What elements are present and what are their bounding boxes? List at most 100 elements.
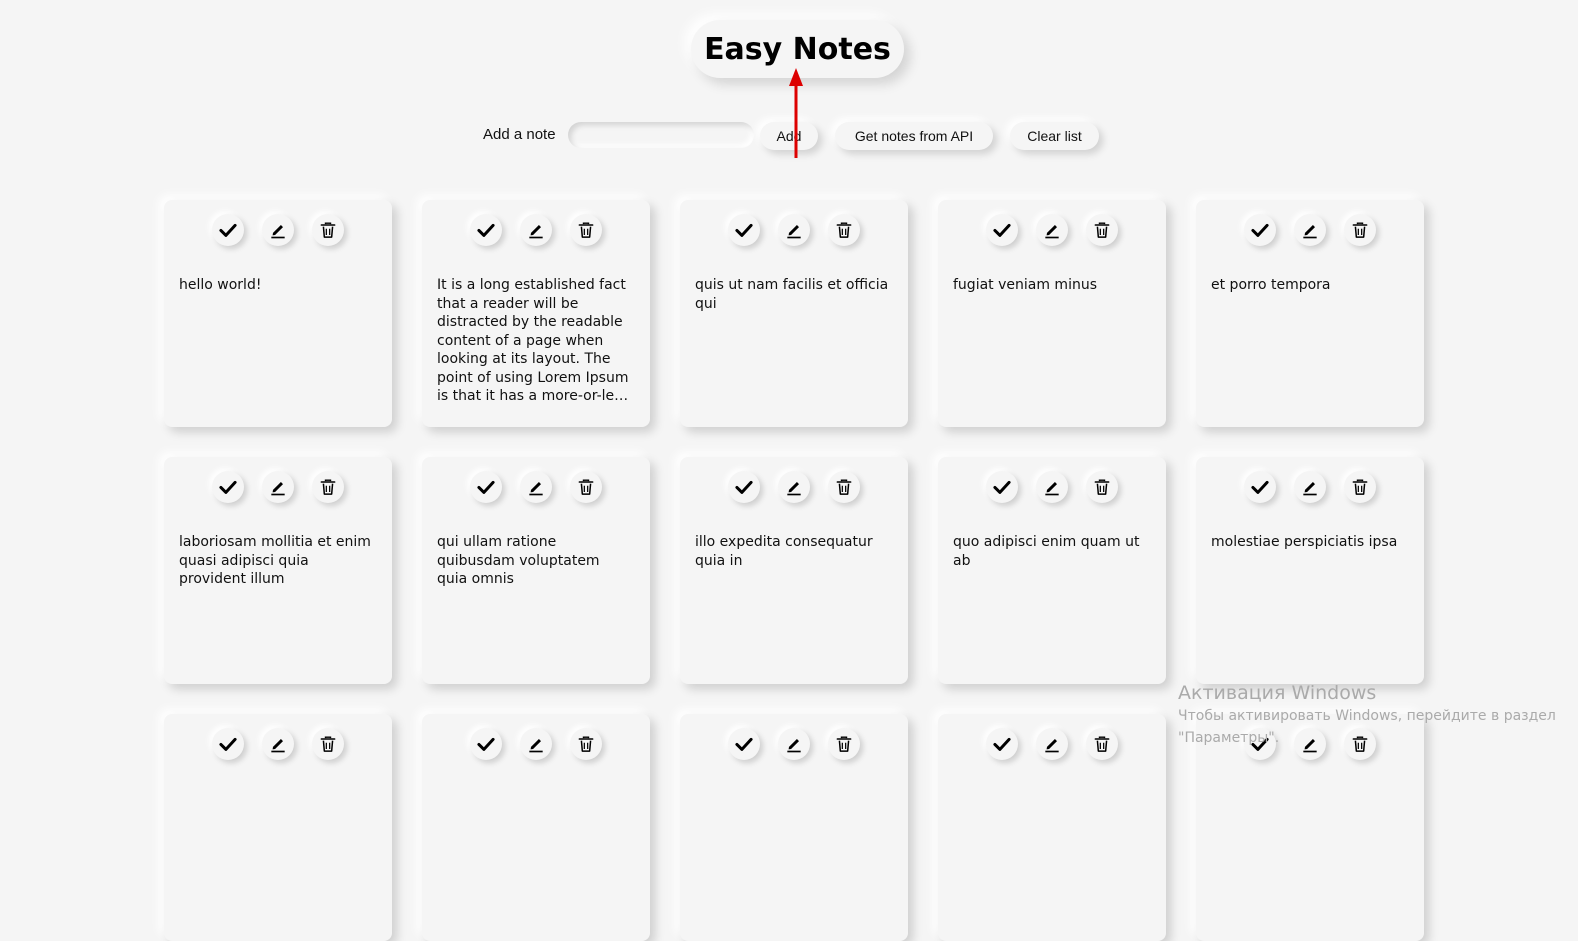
check-icon	[1250, 477, 1270, 497]
notes-grid: hello world! It is a long established fac…	[164, 200, 1424, 941]
complete-note-button[interactable]	[728, 471, 760, 503]
delete-note-button[interactable]	[570, 471, 602, 503]
edit-note-button[interactable]	[1294, 214, 1326, 246]
delete-note-button[interactable]	[828, 214, 860, 246]
pencil-icon	[784, 734, 804, 754]
check-icon	[734, 220, 754, 240]
complete-note-button[interactable]	[986, 214, 1018, 246]
delete-note-button[interactable]	[570, 214, 602, 246]
edit-note-button[interactable]	[1294, 728, 1326, 760]
edit-note-button[interactable]	[262, 471, 294, 503]
trash-icon	[1092, 220, 1112, 240]
trash-icon	[576, 734, 596, 754]
note-text: quo adipisci enim quam ut ab	[953, 534, 1140, 569]
note-card: fugiat veniam minus	[938, 200, 1166, 427]
delete-note-button[interactable]	[1086, 214, 1118, 246]
delete-note-button[interactable]	[828, 728, 860, 760]
complete-note-button[interactable]	[1244, 214, 1276, 246]
complete-note-button[interactable]	[1244, 471, 1276, 503]
delete-note-button[interactable]	[1344, 214, 1376, 246]
complete-note-button[interactable]	[1244, 728, 1276, 760]
note-input[interactable]	[568, 122, 754, 148]
complete-note-button[interactable]	[470, 471, 502, 503]
check-icon	[476, 220, 496, 240]
note-card: quo adipisci enim quam ut ab	[938, 457, 1166, 684]
add-note-label: Add a note	[483, 126, 556, 143]
check-icon	[218, 477, 238, 497]
pencil-icon	[268, 477, 288, 497]
edit-note-button[interactable]	[262, 728, 294, 760]
edit-note-button[interactable]	[262, 214, 294, 246]
note-text: quis ut nam facilis et officia qui	[695, 277, 889, 312]
pencil-icon	[1042, 734, 1062, 754]
note-actions	[680, 471, 908, 503]
pencil-icon	[1300, 477, 1320, 497]
check-icon	[992, 220, 1012, 240]
pencil-icon	[526, 477, 546, 497]
edit-note-button[interactable]	[1294, 471, 1326, 503]
delete-note-button[interactable]	[1344, 728, 1376, 760]
complete-note-button[interactable]	[986, 728, 1018, 760]
complete-note-button[interactable]	[212, 728, 244, 760]
trash-icon	[1350, 477, 1370, 497]
edit-note-button[interactable]	[520, 214, 552, 246]
check-icon	[992, 477, 1012, 497]
complete-note-button[interactable]	[212, 214, 244, 246]
delete-note-button[interactable]	[312, 214, 344, 246]
note-card: qui ullam ratione quibusdam voluptatem q…	[422, 457, 650, 684]
delete-note-button[interactable]	[312, 471, 344, 503]
note-card: quis ut nam facilis et officia qui	[680, 200, 908, 427]
trash-icon	[576, 220, 596, 240]
delete-note-button[interactable]	[828, 471, 860, 503]
delete-note-button[interactable]	[1086, 728, 1118, 760]
edit-note-button[interactable]	[520, 471, 552, 503]
pencil-icon	[1300, 734, 1320, 754]
edit-note-button[interactable]	[1036, 728, 1068, 760]
complete-note-button[interactable]	[986, 471, 1018, 503]
check-icon	[1250, 734, 1270, 754]
pencil-icon	[268, 734, 288, 754]
delete-note-button[interactable]	[1086, 471, 1118, 503]
pencil-icon	[784, 220, 804, 240]
delete-note-button[interactable]	[312, 728, 344, 760]
note-actions	[422, 214, 650, 246]
note-text: molestiae perspiciatis ipsa	[1211, 534, 1398, 550]
get-notes-api-button[interactable]: Get notes from API	[835, 122, 993, 150]
note-actions	[938, 728, 1166, 760]
note-text: hello world!	[179, 277, 262, 293]
edit-note-button[interactable]	[520, 728, 552, 760]
edit-note-button[interactable]	[778, 471, 810, 503]
note-card	[164, 714, 392, 941]
note-card: et porro tempora	[1196, 200, 1424, 427]
trash-icon	[1350, 220, 1370, 240]
check-icon	[218, 220, 238, 240]
clear-list-button[interactable]: Clear list	[1010, 122, 1099, 150]
note-card: It is a long established fact that a rea…	[422, 200, 650, 427]
delete-note-button[interactable]	[1344, 471, 1376, 503]
note-card	[938, 714, 1166, 941]
note-text: fugiat veniam minus	[953, 277, 1097, 293]
pencil-icon	[1300, 220, 1320, 240]
delete-note-button[interactable]	[570, 728, 602, 760]
check-icon	[476, 734, 496, 754]
note-actions	[164, 214, 392, 246]
complete-note-button[interactable]	[728, 214, 760, 246]
note-text: It is a long established fact that a rea…	[437, 277, 629, 404]
edit-note-button[interactable]	[778, 728, 810, 760]
add-button[interactable]: Add	[760, 122, 818, 150]
note-card: molestiae perspiciatis ipsa	[1196, 457, 1424, 684]
note-card	[1196, 714, 1424, 941]
check-icon	[992, 734, 1012, 754]
note-actions	[422, 728, 650, 760]
edit-note-button[interactable]	[1036, 471, 1068, 503]
complete-note-button[interactable]	[470, 728, 502, 760]
edit-note-button[interactable]	[778, 214, 810, 246]
complete-note-button[interactable]	[212, 471, 244, 503]
complete-note-button[interactable]	[470, 214, 502, 246]
pencil-icon	[784, 477, 804, 497]
note-actions	[164, 728, 392, 760]
pencil-icon	[1042, 477, 1062, 497]
trash-icon	[834, 220, 854, 240]
edit-note-button[interactable]	[1036, 214, 1068, 246]
complete-note-button[interactable]	[728, 728, 760, 760]
